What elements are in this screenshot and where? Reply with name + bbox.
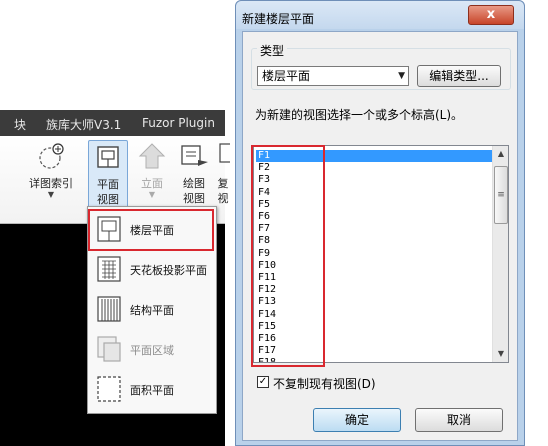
drafting-view-label-line2: 视图	[183, 192, 205, 205]
drafting-view-label-line1: 绘图	[183, 177, 205, 190]
menu-item-label: 结构平面	[130, 304, 174, 317]
duplicate-view-label-line2: 视	[217, 192, 229, 205]
drafting-view-icon	[181, 145, 208, 166]
ok-button[interactable]: 确定	[313, 408, 401, 432]
chevron-down-icon: ▼	[148, 190, 156, 199]
plan-view-label-line2: 视图	[97, 193, 119, 206]
no-duplicate-label: 不复制现有视图(D)	[273, 377, 376, 391]
menu-item-area-plan[interactable]: 面积平面	[92, 371, 214, 407]
plan-view-icon	[97, 146, 119, 168]
no-duplicate-checkbox[interactable]: ✓	[257, 376, 269, 388]
edit-type-button[interactable]: 编辑类型...	[417, 65, 501, 87]
elevation-icon	[138, 143, 166, 169]
scroll-up-arrow-icon[interactable]: ▲	[493, 146, 508, 162]
duplicate-view-label-line1: 复	[217, 177, 229, 190]
dialog-title: 新建楼层平面	[242, 12, 315, 26]
drafting-view-button[interactable]: 绘图 视图	[176, 140, 212, 206]
chevron-down-icon: ▼	[398, 71, 405, 81]
detail-index-label: 详图索引	[29, 177, 73, 190]
structural-plan-icon	[97, 296, 121, 322]
ribbon-panel: 块 族库大师V3.1 Fuzor Plugin 详图索引 ▼ 平面 视图 ▼	[0, 110, 230, 446]
detail-index-button[interactable]: 详图索引 ▼	[24, 140, 78, 199]
check-icon: ✓	[258, 376, 268, 387]
scroll-down-arrow-icon[interactable]: ▼	[493, 346, 508, 362]
ribbon-tab-fuzor-plugin[interactable]: Fuzor Plugin	[142, 116, 215, 130]
menu-item-ceiling-plan[interactable]: 天花板投影平面	[92, 251, 214, 287]
level-instruction: 为新建的视图选择一个或多个标高(L)。	[255, 108, 464, 122]
callout-icon	[39, 143, 64, 169]
menu-item-plan-region[interactable]: 平面区域	[92, 331, 214, 367]
level-list-highlight-box	[251, 145, 325, 367]
ceiling-plan-icon	[97, 256, 121, 282]
close-icon: x	[486, 7, 496, 22]
close-button[interactable]: x	[468, 5, 514, 25]
type-group-label: 类型	[257, 42, 288, 59]
scrollbar[interactable]: ▲ ≡ ▼	[492, 146, 508, 362]
chevron-down-icon: ▼	[47, 190, 55, 199]
duplicate-view-button[interactable]: 复 视	[216, 140, 230, 206]
elevation-label: 立面	[141, 177, 163, 190]
plan-view-label-line1: 平面	[97, 178, 119, 191]
ribbon-tab-family-library[interactable]: 族库大师V3.1	[46, 116, 121, 133]
ribbon-tab-block[interactable]: 块	[14, 116, 26, 133]
type-select[interactable]: 楼层平面 ▼	[257, 66, 409, 86]
menu-item-label: 平面区域	[130, 344, 174, 357]
dialog-title-bar[interactable]: 新建楼层平面 x	[236, 1, 524, 29]
plan-region-icon	[97, 336, 121, 362]
floor-plan-highlight-box	[88, 209, 214, 251]
scroll-thumb[interactable]: ≡	[494, 166, 508, 224]
menu-item-structural-plan[interactable]: 结构平面	[92, 291, 214, 327]
menu-item-label: 面积平面	[130, 384, 174, 397]
ribbon-tab-bar: 块 族库大师V3.1 Fuzor Plugin	[0, 110, 225, 136]
area-plan-icon	[97, 376, 121, 402]
type-select-value: 楼层平面	[262, 69, 311, 83]
elevation-button[interactable]: 立面 ▼	[134, 140, 170, 199]
menu-item-label: 天花板投影平面	[130, 264, 207, 277]
duplicate-view-icon	[219, 143, 230, 163]
cancel-button[interactable]: 取消	[415, 408, 503, 432]
